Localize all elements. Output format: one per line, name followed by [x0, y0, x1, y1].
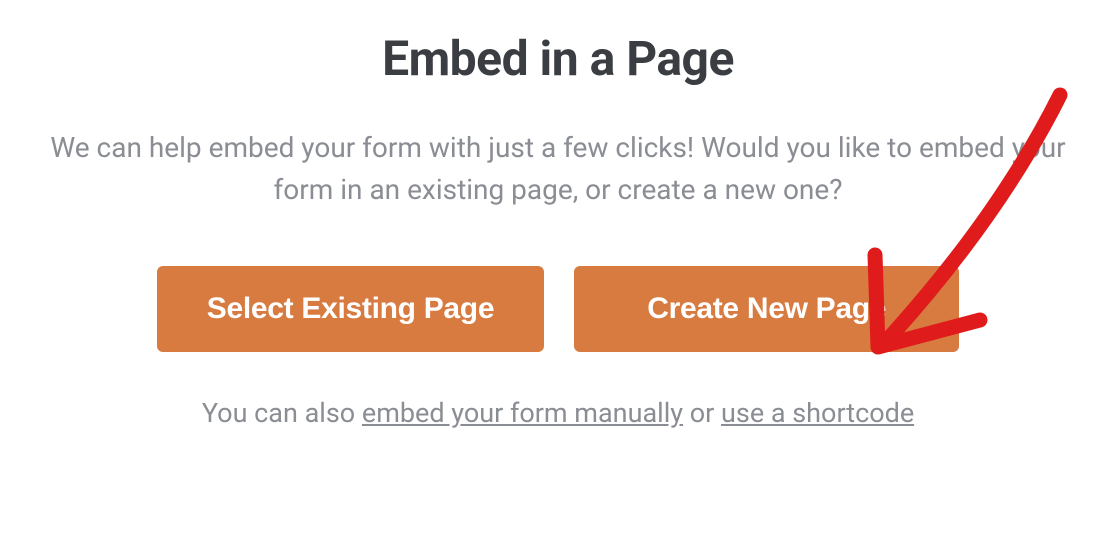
button-row: Select Existing Page Create New Page — [157, 266, 959, 352]
embed-manually-link[interactable]: embed your form manually — [362, 397, 683, 429]
create-new-page-button[interactable]: Create New Page — [574, 266, 959, 352]
dialog-subtitle: We can help embed your form with just a … — [33, 127, 1083, 211]
select-existing-page-button[interactable]: Select Existing Page — [157, 266, 544, 352]
footer-text: You can also embed your form manually or… — [202, 397, 914, 429]
dialog-title: Embed in a Page — [382, 30, 734, 87]
footer-middle: or — [683, 397, 721, 429]
use-shortcode-link[interactable]: use a shortcode — [721, 397, 914, 429]
footer-prefix: You can also — [202, 397, 362, 429]
